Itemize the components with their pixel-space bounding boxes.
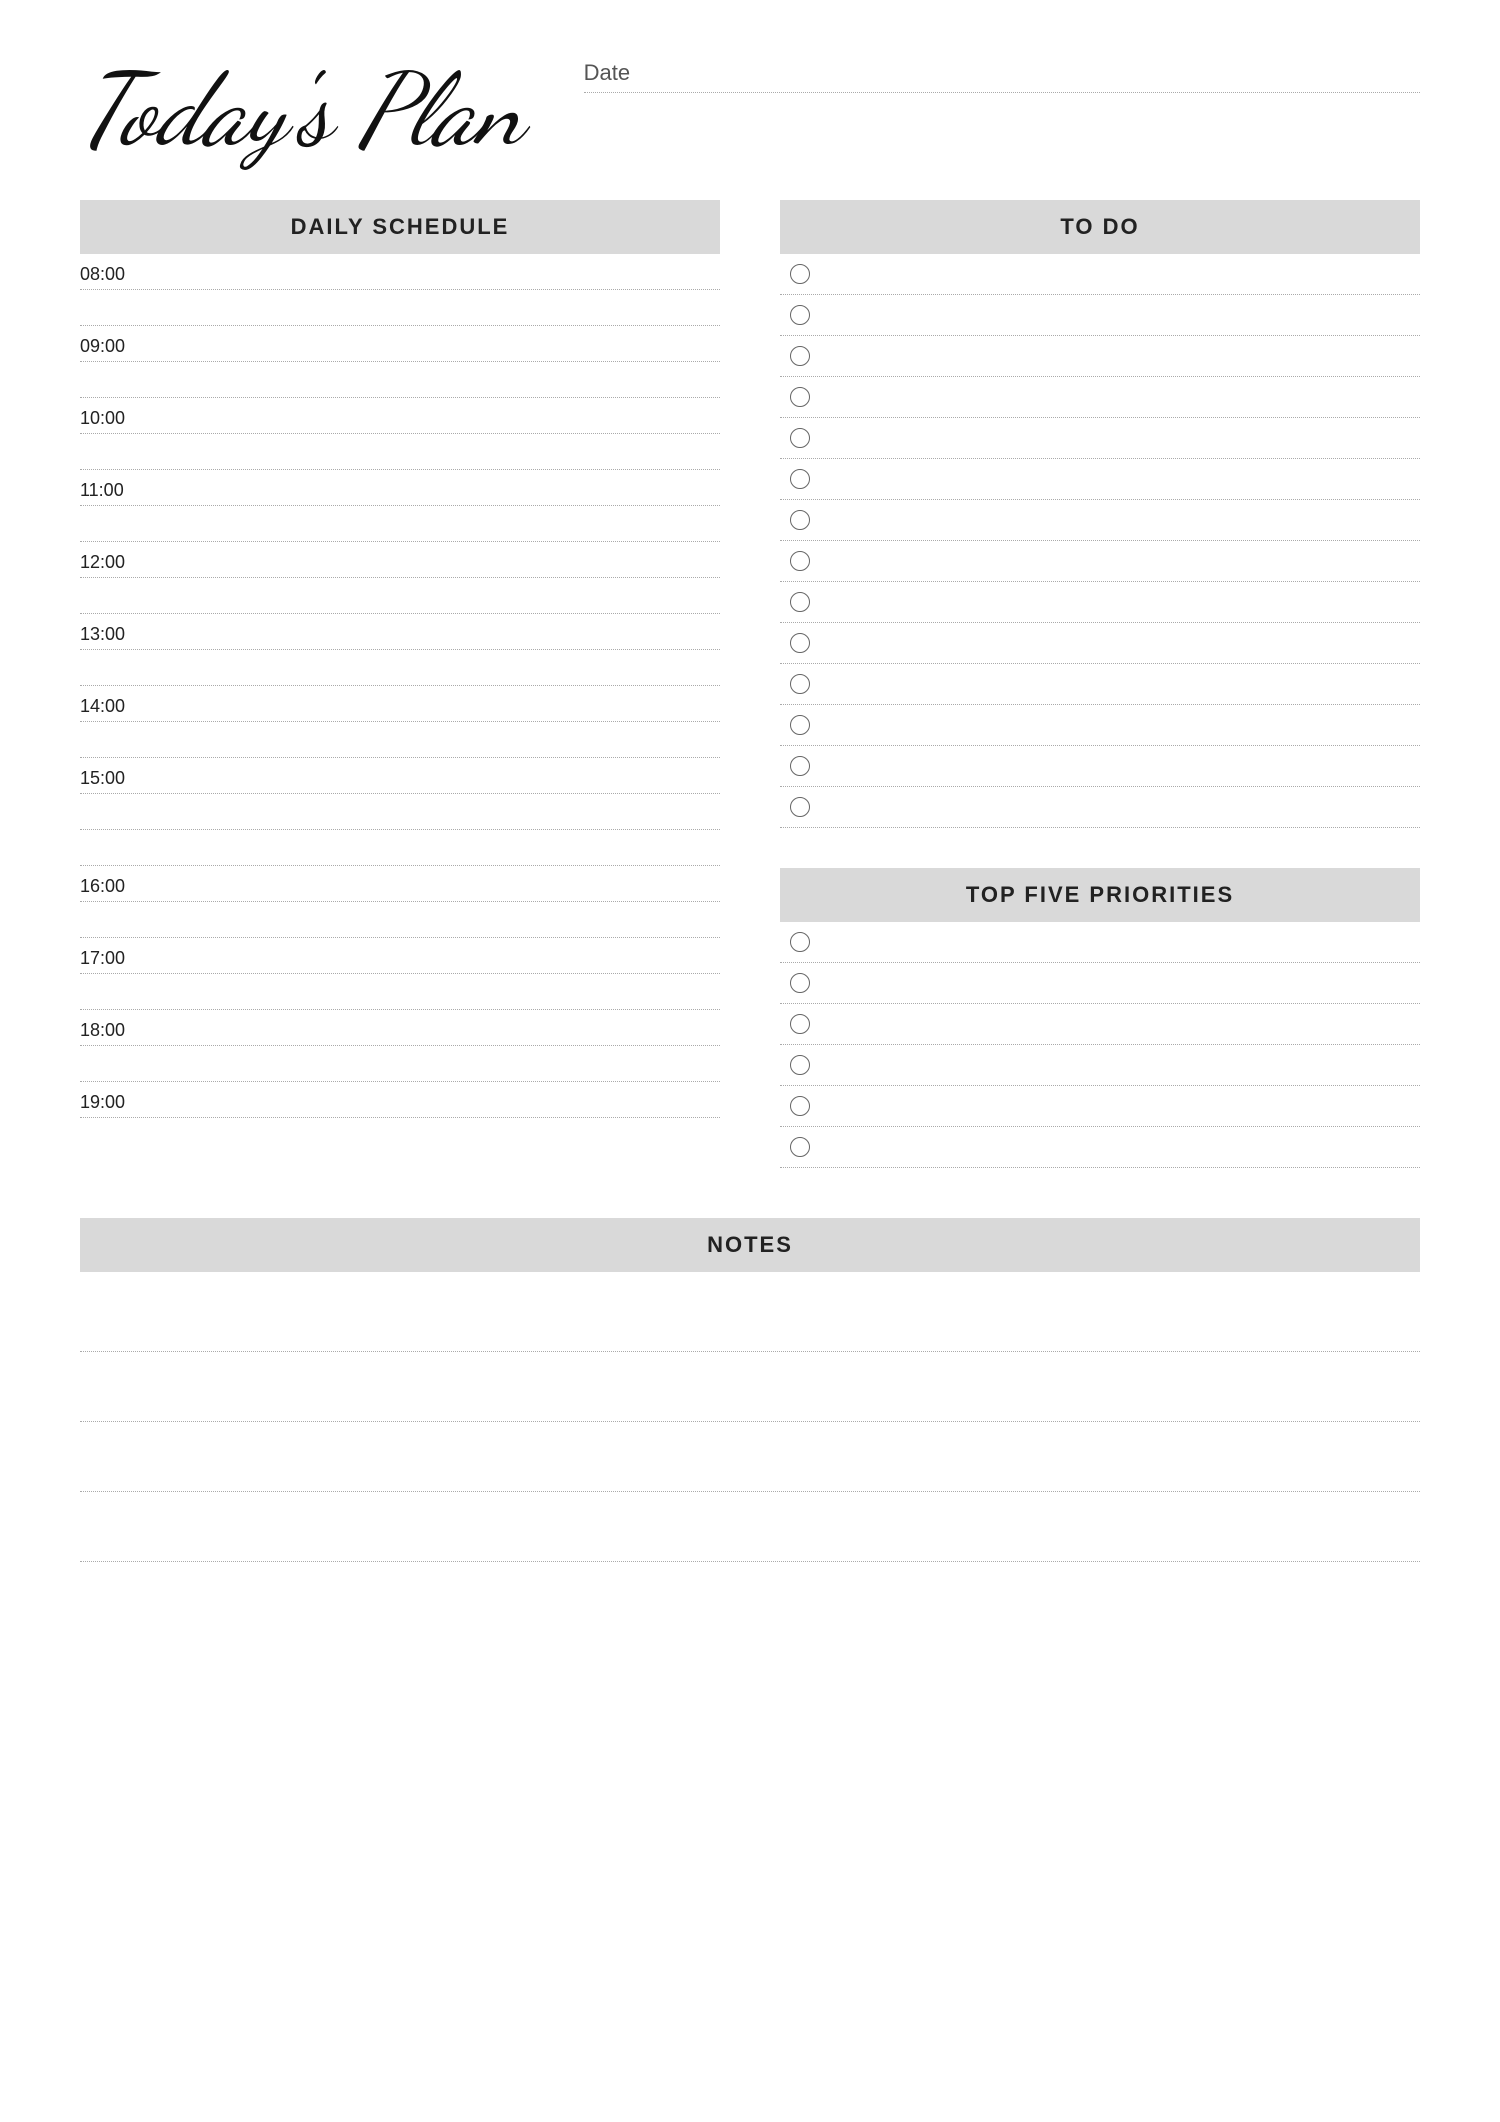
todo-item-1[interactable] (780, 254, 1420, 295)
time-block-1200: 12:00 (80, 542, 720, 614)
time-label-1100: 11:00 (80, 470, 720, 505)
todo-header: TO DO (780, 200, 1420, 254)
todo-checkbox-8[interactable] (790, 551, 810, 571)
schedule-line (80, 1117, 720, 1118)
todo-item-6[interactable] (780, 459, 1420, 500)
time-label-1400: 14:00 (80, 686, 720, 721)
priority-checkbox-4[interactable] (790, 1055, 810, 1075)
todo-checkbox-10[interactable] (790, 633, 810, 653)
time-block-0900: 09:00 (80, 326, 720, 398)
main-content: DAILY SCHEDULE 08:00 09:00 10:00 11:00 (80, 200, 1420, 1168)
schedule-blank-extra (80, 830, 720, 866)
priority-item-6[interactable] (780, 1127, 1420, 1168)
schedule-blank (80, 722, 720, 758)
date-line (584, 92, 1420, 93)
time-label-1500: 15:00 (80, 758, 720, 793)
todo-checkbox-2[interactable] (790, 305, 810, 325)
notes-line-1 (80, 1302, 1420, 1352)
time-label-1800: 18:00 (80, 1010, 720, 1045)
time-label-0900: 09:00 (80, 326, 720, 361)
todo-item-13[interactable] (780, 746, 1420, 787)
page-header: Today's Plan Date (80, 60, 1420, 160)
notes-section: NOTES (80, 1218, 1420, 1562)
todo-checkbox-5[interactable] (790, 428, 810, 448)
time-block-0800: 08:00 (80, 254, 720, 326)
notes-line-4 (80, 1512, 1420, 1562)
todo-checkbox-12[interactable] (790, 715, 810, 735)
priority-item-3[interactable] (780, 1004, 1420, 1045)
date-label: Date (584, 60, 1420, 86)
schedule-blank (80, 578, 720, 614)
priority-checkbox-5[interactable] (790, 1096, 810, 1116)
time-label-1900: 19:00 (80, 1082, 720, 1117)
time-block-1100: 11:00 (80, 470, 720, 542)
todo-checkbox-14[interactable] (790, 797, 810, 817)
notes-header: NOTES (80, 1218, 1420, 1272)
time-label-1200: 12:00 (80, 542, 720, 577)
todo-item-5[interactable] (780, 418, 1420, 459)
todo-item-3[interactable] (780, 336, 1420, 377)
time-label-1300: 13:00 (80, 614, 720, 649)
time-block-1700: 17:00 (80, 938, 720, 1010)
todo-checkbox-4[interactable] (790, 387, 810, 407)
schedule-blank (80, 794, 720, 830)
todo-item-4[interactable] (780, 377, 1420, 418)
priority-item-5[interactable] (780, 1086, 1420, 1127)
todo-item-14[interactable] (780, 787, 1420, 828)
todo-checkbox-1[interactable] (790, 264, 810, 284)
priority-item-2[interactable] (780, 963, 1420, 1004)
time-label-0800: 08:00 (80, 254, 720, 289)
time-block-1900: 19:00 (80, 1082, 720, 1118)
time-block-1400: 14:00 (80, 686, 720, 758)
schedule-blank (80, 506, 720, 542)
todo-checkbox-7[interactable] (790, 510, 810, 530)
schedule-blank (80, 434, 720, 470)
schedule-blank (80, 362, 720, 398)
time-block-1500: 15:00 (80, 758, 720, 866)
schedule-blank (80, 650, 720, 686)
priorities-header: TOP FIVE PRIORITIES (780, 868, 1420, 922)
date-section: Date (584, 60, 1420, 103)
time-block-1000: 10:00 (80, 398, 720, 470)
notes-line-2 (80, 1372, 1420, 1422)
left-column: DAILY SCHEDULE 08:00 09:00 10:00 11:00 (80, 200, 720, 1168)
time-block-1300: 13:00 (80, 614, 720, 686)
daily-schedule-header: DAILY SCHEDULE (80, 200, 720, 254)
todo-item-11[interactable] (780, 664, 1420, 705)
todo-item-12[interactable] (780, 705, 1420, 746)
time-label-1700: 17:00 (80, 938, 720, 973)
page-title: Today's Plan (80, 60, 524, 160)
todo-checkbox-3[interactable] (790, 346, 810, 366)
todo-checkbox-11[interactable] (790, 674, 810, 694)
todo-checkbox-13[interactable] (790, 756, 810, 776)
priority-checkbox-1[interactable] (790, 932, 810, 952)
priority-checkbox-6[interactable] (790, 1137, 810, 1157)
todo-item-2[interactable] (780, 295, 1420, 336)
time-label-1600: 16:00 (80, 866, 720, 901)
time-block-1800: 18:00 (80, 1010, 720, 1082)
right-column: TO DO (780, 200, 1420, 1168)
schedule-blank (80, 1046, 720, 1082)
priority-checkbox-2[interactable] (790, 973, 810, 993)
todo-checkbox-6[interactable] (790, 469, 810, 489)
schedule-blank (80, 902, 720, 938)
priority-checkbox-3[interactable] (790, 1014, 810, 1034)
todo-checkbox-9[interactable] (790, 592, 810, 612)
todo-item-8[interactable] (780, 541, 1420, 582)
priority-item-1[interactable] (780, 922, 1420, 963)
notes-line-3 (80, 1442, 1420, 1492)
priority-item-4[interactable] (780, 1045, 1420, 1086)
time-label-1000: 10:00 (80, 398, 720, 433)
priorities-section: TOP FIVE PRIORITIES (780, 868, 1420, 1168)
time-block-1600: 16:00 (80, 866, 720, 938)
schedule-blank (80, 974, 720, 1010)
todo-item-9[interactable] (780, 582, 1420, 623)
todo-item-10[interactable] (780, 623, 1420, 664)
todo-item-7[interactable] (780, 500, 1420, 541)
schedule-blank (80, 290, 720, 326)
